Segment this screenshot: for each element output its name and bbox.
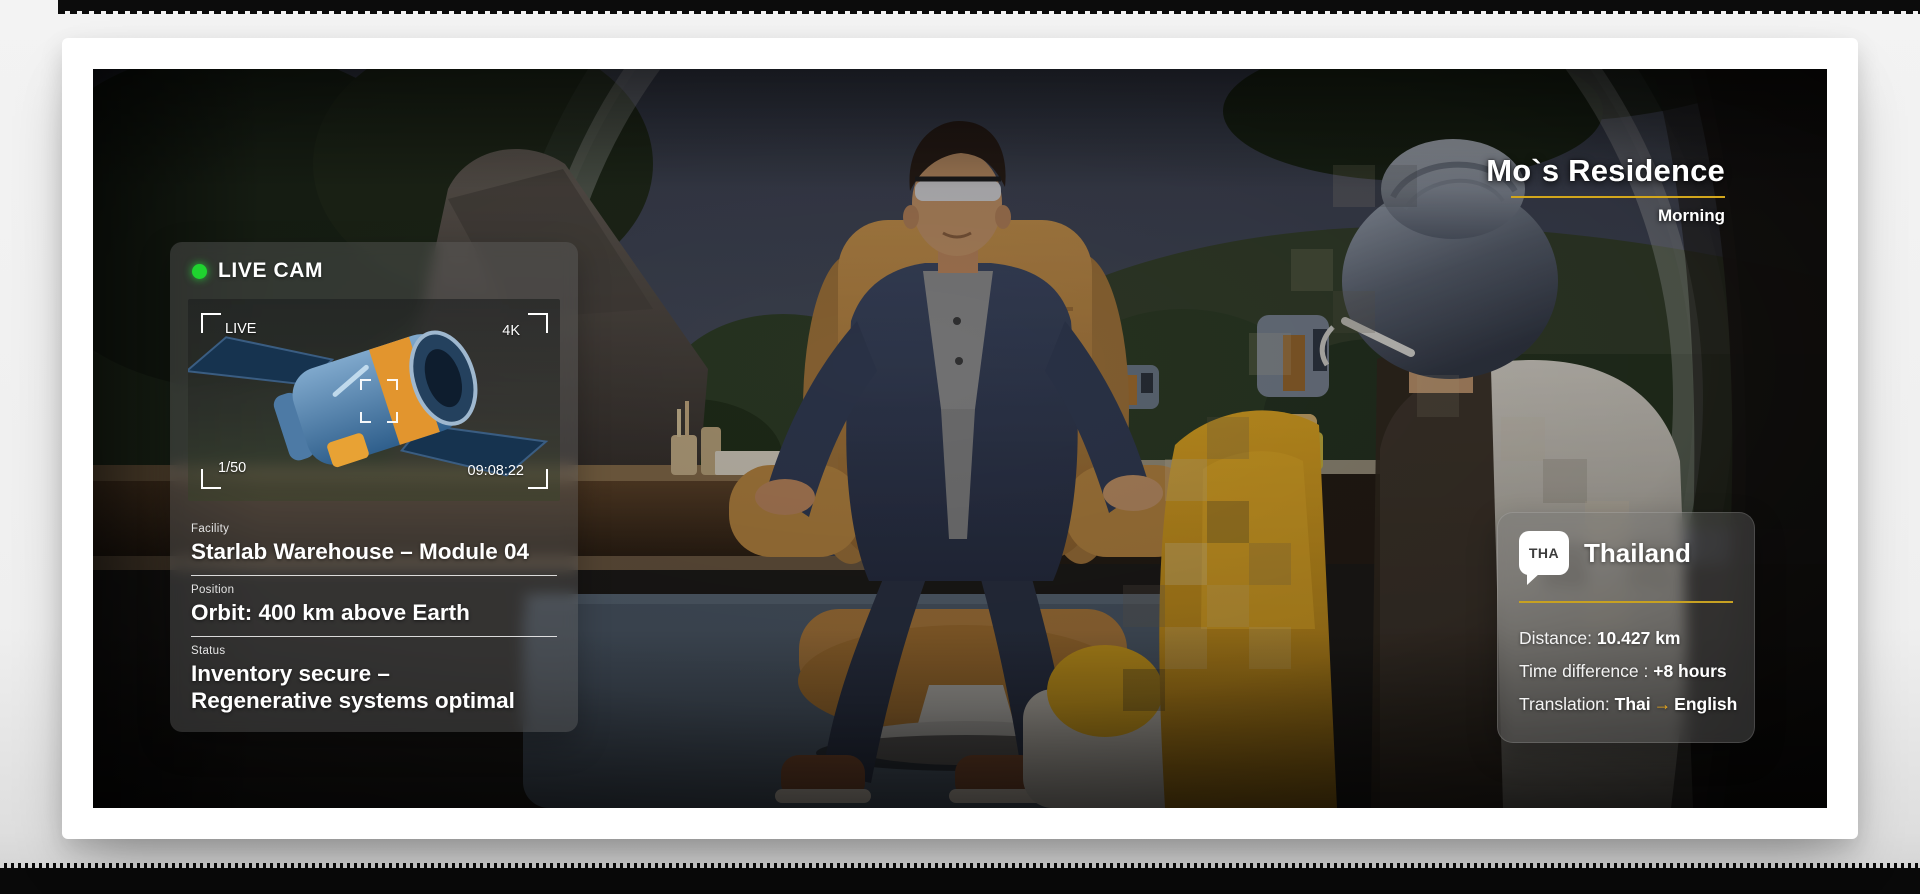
desktop-edge-bottom: [0, 863, 1920, 894]
title-accent-rule: [1511, 196, 1725, 198]
distance-value: 10.427 km: [1596, 628, 1681, 648]
status-value: Inventory secure – Regenerative systems …: [191, 661, 515, 713]
timestamp-label: 09:08:22: [467, 463, 524, 479]
translation-to: English: [1674, 694, 1738, 714]
desktop-edge-top: [58, 0, 1920, 14]
time-difference-label: Time difference :: [1519, 661, 1654, 681]
page-title: Mo`s Residence: [1486, 153, 1725, 188]
time-of-day-label: Morning: [1657, 206, 1725, 225]
distance-label: Distance:: [1519, 628, 1597, 648]
status-label: Status: [191, 645, 226, 657]
country-card-header: THA Thailand: [1519, 531, 1733, 585]
facility-value: Starlab Warehouse – Module 04: [191, 539, 530, 564]
position-label: Position: [191, 584, 235, 596]
facility-label: Facility: [191, 523, 230, 535]
viewfinder-corner-top-right: [528, 313, 548, 333]
divider: [191, 636, 557, 637]
page-background: LIVE CAM LIVE 4K 1/50 09:08:22 Facility …: [0, 0, 1920, 894]
viewfinder-corner-top-left: [201, 313, 221, 333]
live-cam-fields: Facility Starlab Warehouse – Module 04 P…: [188, 523, 560, 714]
resolution-label: 4K: [502, 323, 520, 339]
photo-card: LIVE CAM LIVE 4K 1/50 09:08:22 Facility …: [62, 38, 1858, 839]
country-code: THA: [1528, 545, 1560, 561]
country-accent-rule: [1519, 601, 1733, 603]
arrow-right-icon: →: [1653, 694, 1672, 714]
focus-reticle-icon: [360, 379, 398, 423]
shutter-label: 1/50: [218, 460, 247, 476]
video-scene: LIVE CAM LIVE 4K 1/50 09:08:22 Facility …: [93, 69, 1827, 808]
viewfinder-corner-bottom-right: [528, 469, 548, 489]
camera-viewfinder: LIVE 4K 1/50 09:08:22: [188, 299, 560, 501]
translation-label: Translation:: [1519, 694, 1615, 714]
translation-from: Thai: [1614, 694, 1651, 714]
live-cam-header: LIVE CAM: [188, 256, 560, 286]
language-badge-icon: THA: [1519, 531, 1569, 585]
location-title-block: Mo`s Residence Morning: [1486, 153, 1725, 226]
translation-row: Translation: Thai → English: [1519, 693, 1737, 715]
distance-row: Distance: 10.427 km: [1519, 627, 1733, 649]
divider: [191, 575, 557, 576]
country-card: THA Thailand Distance: 10.427 km Time di…: [1497, 512, 1755, 743]
position-value: Orbit: 400 km above Earth: [191, 600, 470, 625]
live-cam-panel: LIVE CAM LIVE 4K 1/50 09:08:22 Facility …: [170, 242, 578, 732]
country-name: Thailand: [1584, 537, 1691, 568]
live-cam-title: LIVE CAM: [218, 259, 324, 282]
live-indicator-dot: [192, 263, 207, 279]
live-label: LIVE: [225, 321, 257, 337]
time-difference-value: +8 hours: [1653, 661, 1727, 681]
time-difference-row: Time difference : +8 hours: [1519, 660, 1733, 682]
